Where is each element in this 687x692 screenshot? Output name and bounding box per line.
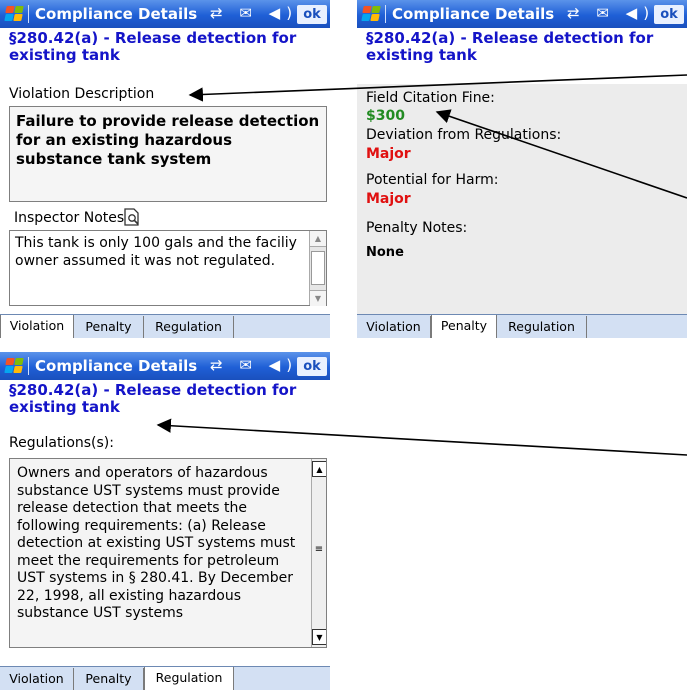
arrow-to-fine — [435, 109, 687, 199]
arrow-to-description — [188, 74, 687, 102]
arrow-to-heading — [156, 418, 687, 456]
annotation-arrows — [156, 74, 687, 456]
